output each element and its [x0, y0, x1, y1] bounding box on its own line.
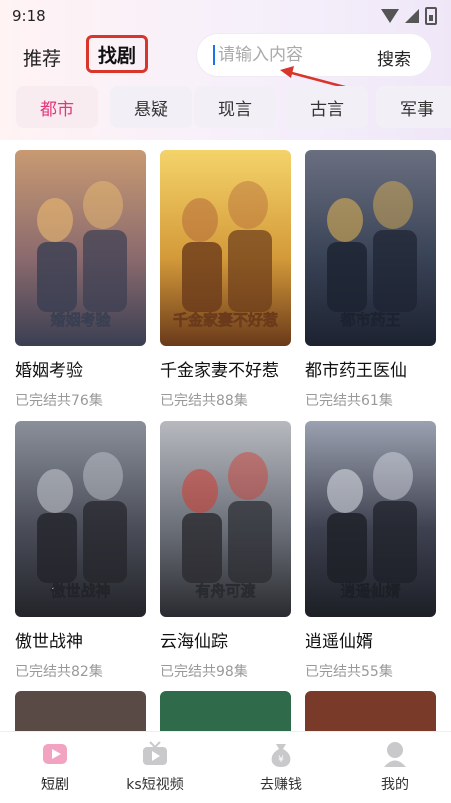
signal-icon	[405, 9, 419, 23]
tabbar-item[interactable]: 我的	[340, 740, 450, 794]
category-bar: 都市 悬疑 现言 古言 军事	[16, 86, 451, 130]
drama-title[interactable]: 都市药王医仙	[305, 356, 436, 381]
drama-title[interactable]: 千金家妻不好惹	[160, 356, 291, 381]
drama-episode-status: 已完结共98集	[160, 664, 248, 680]
drama-episode-status: 已完结共55集	[305, 664, 393, 680]
category-tab[interactable]: 军事	[376, 86, 451, 128]
drama-card[interactable]: 逍遥仙婿 逍遥仙婿 已完结共55集	[305, 421, 436, 681]
drama-episode-status: 已完结共76集	[15, 393, 103, 409]
drama-episode-status: 已完结共88集	[160, 393, 248, 409]
drama-card-partial[interactable]	[305, 691, 436, 731]
drama-card[interactable]: 有舟可渡云海仙踪已完结共98集	[160, 421, 291, 681]
tabbar-label: 去赚钱	[260, 777, 302, 793]
status-bar: 9:18	[0, 0, 451, 32]
money-bag-icon: ¥	[266, 740, 296, 768]
tabbar-item[interactable]: ¥ 去赚钱	[226, 740, 336, 794]
drama-poster[interactable]: 婚姻考验	[15, 150, 146, 346]
drama-card[interactable]: 都市药王都市药王医仙已完结共61集	[305, 150, 436, 410]
drama-card[interactable]: 千金家妻不好惹 千金家妻不好惹 已完结共88集	[160, 150, 291, 410]
poster-title-text: 婚姻考验	[50, 311, 111, 329]
drama-poster[interactable]: 逍遥仙婿	[305, 421, 436, 617]
drama-title[interactable]: 云海仙踪	[160, 627, 291, 652]
drama-card[interactable]: 傲世战神 傲世战神 已完结共82集	[15, 421, 146, 681]
poster-title-text: 都市药王	[339, 311, 400, 329]
drama-title[interactable]: 逍遥仙婿	[305, 627, 436, 652]
tabbar-label: 我的	[381, 777, 409, 793]
short-drama-icon	[40, 740, 70, 768]
battery-icon	[425, 7, 437, 25]
drama-poster[interactable]	[160, 691, 291, 731]
drama-poster[interactable]	[305, 691, 436, 731]
category-tab[interactable]: 悬疑	[110, 86, 192, 128]
drama-poster[interactable]: 傲世战神	[15, 421, 146, 617]
poster-title-text: 有舟可渡	[195, 582, 256, 600]
tabbar-label: ks短视频	[126, 777, 184, 793]
drama-episode-status: 已完结共82集	[15, 664, 103, 680]
drama-poster[interactable]: 有舟可渡	[160, 421, 291, 617]
drama-card[interactable]: 婚姻考验 婚姻考验 已完结共76集	[15, 150, 146, 410]
drama-poster[interactable]: 千金家妻不好惹	[160, 150, 291, 346]
poster-title-text: 傲世战神	[50, 582, 110, 600]
drama-episode-status: 已完结共61集	[305, 393, 393, 409]
tabbar-label: 短剧	[41, 777, 69, 793]
category-tab[interactable]: 现言	[194, 86, 276, 128]
tabbar-item[interactable]: ks短视频	[100, 740, 210, 794]
tab-find[interactable]: 找剧	[86, 35, 148, 73]
svg-text:¥: ¥	[278, 755, 284, 765]
drama-title[interactable]: 婚姻考验	[15, 356, 146, 381]
poster-title-text: 逍遥仙婿	[340, 582, 401, 600]
drama-card-partial[interactable]	[160, 691, 291, 731]
category-tab[interactable]: 都市	[16, 86, 98, 128]
drama-poster[interactable]: 都市药王	[305, 150, 436, 346]
profile-icon	[380, 740, 410, 768]
poster-title-text: 千金家妻不好惹	[173, 311, 278, 329]
drama-title[interactable]: 傲世战神	[15, 627, 146, 652]
bottom-tabbar: 短剧 ks短视频 ¥ 去赚钱 我的	[0, 731, 451, 803]
drama-poster[interactable]	[15, 691, 146, 731]
tab-recommend[interactable]: 推荐	[23, 44, 61, 71]
category-tab[interactable]: 古言	[286, 86, 368, 128]
tabbar-item[interactable]: 短剧	[0, 740, 110, 794]
search-button[interactable]: 搜索	[377, 45, 411, 70]
status-icons	[381, 7, 437, 25]
drama-card-partial[interactable]	[15, 691, 146, 731]
wifi-icon	[381, 9, 399, 23]
status-time: 9:18	[12, 7, 46, 25]
tv-icon	[140, 740, 170, 768]
top-nav: 推荐 找剧 请输入内容 搜索	[0, 32, 451, 78]
